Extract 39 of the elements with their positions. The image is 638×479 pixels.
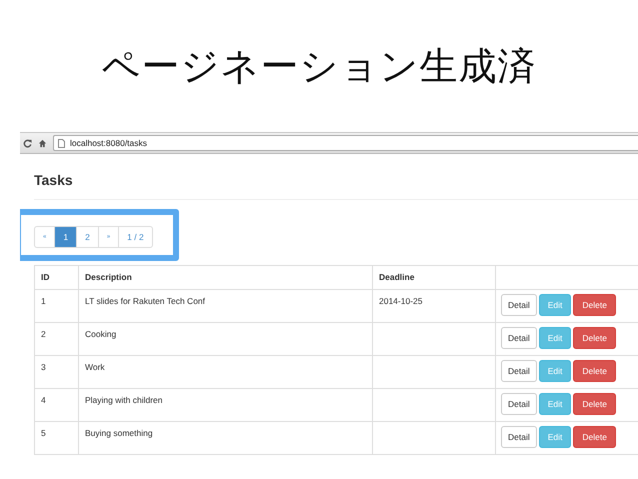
- page-icon: [58, 138, 65, 148]
- slide-title: ページネーション生成済: [102, 42, 536, 90]
- detail-button[interactable]: Detail: [501, 360, 537, 382]
- detail-button[interactable]: Detail: [501, 294, 537, 316]
- delete-button[interactable]: Delete: [573, 294, 616, 316]
- edit-button[interactable]: Edit: [538, 426, 572, 448]
- table-cell: 1: [41, 296, 46, 306]
- table-cell: 5: [41, 428, 46, 438]
- page-link[interactable]: 2: [76, 227, 98, 247]
- column-header: Description: [85, 272, 132, 282]
- delete-button[interactable]: Delete: [573, 327, 616, 349]
- edit-button[interactable]: Edit: [538, 360, 572, 382]
- delete-button[interactable]: Delete: [573, 360, 616, 382]
- table-cell: 2014-10-25: [379, 296, 422, 306]
- column-header: Deadline: [379, 272, 414, 282]
- edit-button[interactable]: Edit: [538, 327, 572, 349]
- table-cell: 4: [41, 395, 46, 405]
- detail-button[interactable]: Detail: [501, 327, 537, 349]
- table-cell: Cooking: [85, 329, 116, 339]
- reload-icon[interactable]: [23, 138, 32, 148]
- page-link[interactable]: 1: [54, 227, 76, 247]
- table-cell: 2: [41, 329, 46, 339]
- detail-button[interactable]: Detail: [501, 393, 537, 415]
- table-cell: LT slides for Rakuten Tech Conf: [85, 296, 206, 306]
- delete-button[interactable]: Delete: [573, 393, 616, 415]
- edit-button[interactable]: Edit: [538, 294, 572, 316]
- table-cell: Playing with children: [85, 395, 162, 405]
- edit-button[interactable]: Edit: [538, 393, 572, 415]
- url-text: localhost:8080/tasks: [70, 138, 148, 148]
- page-heading: Tasks: [34, 171, 74, 190]
- column-header: ID: [41, 272, 50, 282]
- home-icon[interactable]: [38, 138, 47, 148]
- table-cell: Buying something: [85, 428, 153, 438]
- page-link[interactable]: 1 / 2: [118, 227, 152, 247]
- table-cell: 3: [41, 362, 46, 372]
- address-bar[interactable]: localhost:8080/tasks: [53, 135, 638, 151]
- table-cell: Work: [85, 362, 105, 372]
- detail-button[interactable]: Detail: [501, 426, 537, 448]
- delete-button[interactable]: Delete: [573, 426, 616, 448]
